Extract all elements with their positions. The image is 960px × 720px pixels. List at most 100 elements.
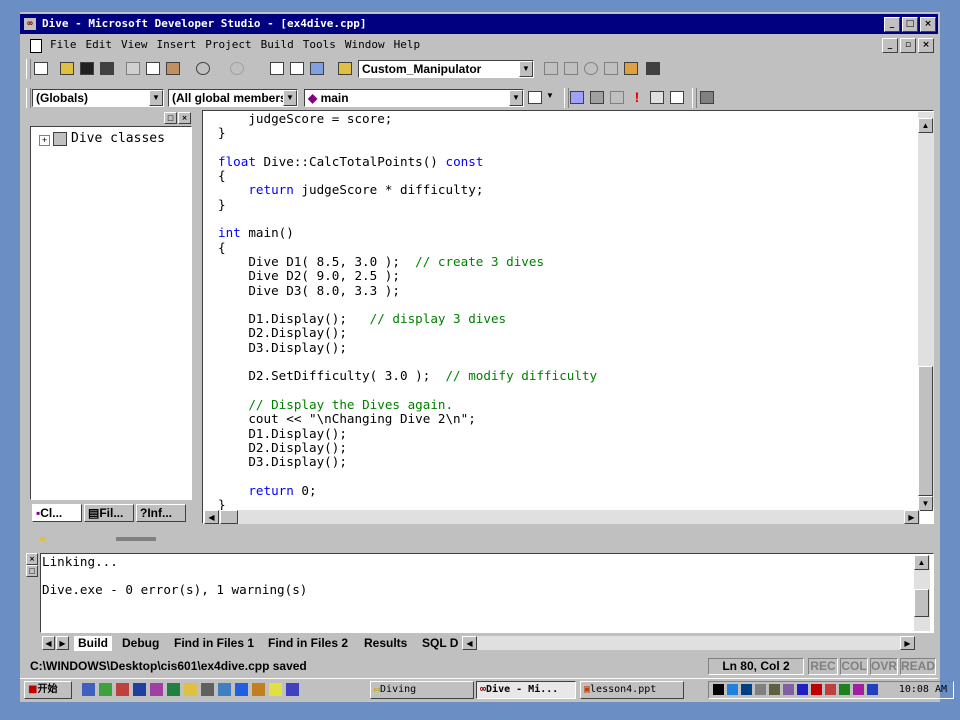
- tab-fileview[interactable]: ▤Fil...: [84, 504, 134, 522]
- tray-icon[interactable]: [713, 684, 724, 695]
- output-scroll-thumb[interactable]: [914, 589, 929, 617]
- compile-icon[interactable]: [568, 89, 586, 106]
- new-file-icon[interactable]: [32, 60, 50, 77]
- tree-root-label[interactable]: Dive classes: [71, 131, 165, 146]
- output-maximize-button[interactable]: □: [26, 565, 38, 577]
- quicklaunch-icon[interactable]: [235, 683, 248, 696]
- output-vscrollbar[interactable]: ▲: [914, 555, 930, 631]
- scroll-down-icon[interactable]: ▼: [918, 496, 933, 511]
- tray-icon[interactable]: [867, 684, 878, 695]
- find-combo[interactable]: Custom_Manipulator ▼: [358, 60, 534, 78]
- expand-plus-icon[interactable]: +: [39, 135, 50, 146]
- tray-icon[interactable]: [727, 684, 738, 695]
- code-text[interactable]: judgeScore = score; } float Dive::CalcTo…: [218, 111, 597, 512]
- tab-debug[interactable]: Debug: [122, 636, 159, 651]
- scroll-up-icon[interactable]: ▲: [914, 555, 929, 570]
- menu-file[interactable]: File: [50, 36, 77, 54]
- editor-vscrollbar[interactable]: ▲ ▼: [918, 112, 934, 511]
- tray-icon[interactable]: [783, 684, 794, 695]
- find-in-files-icon[interactable]: [336, 60, 354, 77]
- scroll-up-icon[interactable]: ▲: [918, 118, 933, 133]
- doc-restore-button[interactable]: ▫: [900, 38, 916, 53]
- undo-icon[interactable]: [194, 60, 212, 77]
- tray-icon[interactable]: [769, 684, 780, 695]
- maximize-button[interactable]: □: [902, 17, 918, 32]
- tab-results[interactable]: Results: [364, 636, 407, 651]
- tray-icon[interactable]: [741, 684, 752, 695]
- redo-icon[interactable]: [228, 60, 246, 77]
- home-icon[interactable]: [622, 60, 640, 77]
- scope-combo[interactable]: (Globals) ▼: [32, 89, 164, 107]
- chevron-down-icon[interactable]: ▼: [149, 90, 163, 106]
- cut-icon[interactable]: [124, 60, 142, 77]
- copy-icon[interactable]: [144, 60, 162, 77]
- tab-sql-debugging[interactable]: SQL D: [422, 636, 458, 651]
- hscroll-thumb[interactable]: [220, 510, 238, 524]
- task-dive-devstudio[interactable]: ∞Dive - Mi...: [476, 681, 576, 699]
- menu-view[interactable]: View: [121, 36, 148, 54]
- save-all-icon[interactable]: [98, 60, 116, 77]
- members-combo[interactable]: (All global members ▼: [168, 89, 298, 107]
- tray-icon[interactable]: [825, 684, 836, 695]
- workspace-maximize-button[interactable]: □: [164, 112, 177, 124]
- function-combo[interactable]: ◆ main ▼: [304, 89, 524, 107]
- minimize-button[interactable]: _: [884, 17, 900, 32]
- workspace-close-button[interactable]: ×: [178, 112, 191, 124]
- quicklaunch-icon[interactable]: [99, 683, 112, 696]
- execute-icon[interactable]: !: [628, 89, 646, 106]
- stop-icon[interactable]: [582, 60, 600, 77]
- wizard-action-icon[interactable]: [526, 89, 544, 106]
- tray-icon[interactable]: [797, 684, 808, 695]
- tab-next-icon[interactable]: ▶: [56, 636, 69, 650]
- tray-icon[interactable]: [811, 684, 822, 695]
- output-hscrollbar[interactable]: ◀ ▶: [462, 636, 915, 650]
- quicklaunch-icon[interactable]: [167, 683, 180, 696]
- chevron-down-icon[interactable]: ▼: [509, 90, 523, 106]
- task-diving[interactable]: ▭Diving: [370, 681, 474, 699]
- quicklaunch-icon[interactable]: [201, 683, 214, 696]
- browse-icon[interactable]: [698, 89, 716, 106]
- wizard-dropdown-icon[interactable]: ▼: [544, 89, 562, 106]
- stop-build-icon[interactable]: [608, 89, 626, 106]
- quicklaunch-icon[interactable]: [184, 683, 197, 696]
- menu-edit[interactable]: Edit: [86, 36, 113, 54]
- open-folder-icon[interactable]: [58, 60, 76, 77]
- scroll-right-icon[interactable]: ▶: [900, 636, 915, 650]
- menu-insert[interactable]: Insert: [157, 36, 197, 54]
- back-icon[interactable]: [542, 60, 560, 77]
- tab-find-in-files-1[interactable]: Find in Files 1: [174, 636, 254, 651]
- chevron-down-icon[interactable]: ▼: [283, 90, 297, 106]
- quicklaunch-icon[interactable]: [133, 683, 146, 696]
- window-list-icon[interactable]: [308, 60, 326, 77]
- quicklaunch-icon[interactable]: [150, 683, 163, 696]
- tray-icon[interactable]: [839, 684, 850, 695]
- scroll-left-icon[interactable]: ◀: [204, 510, 219, 524]
- menu-window[interactable]: Window: [345, 36, 385, 54]
- menu-build[interactable]: Build: [261, 36, 294, 54]
- scroll-thumb[interactable]: [918, 366, 933, 496]
- quicklaunch-icon[interactable]: [286, 683, 299, 696]
- doc-close-button[interactable]: ×: [918, 38, 934, 53]
- workspace-icon[interactable]: [268, 60, 286, 77]
- close-button[interactable]: ×: [920, 17, 936, 32]
- document-icon[interactable]: [30, 39, 42, 53]
- output-icon[interactable]: [288, 60, 306, 77]
- tab-classview[interactable]: ▪Cl...: [32, 504, 82, 522]
- refresh-icon[interactable]: [602, 60, 620, 77]
- task-lesson4[interactable]: ▣lesson4.ppt: [580, 681, 684, 699]
- tab-infoview[interactable]: ?Inf...: [136, 504, 186, 522]
- scroll-right-icon[interactable]: ▶: [904, 510, 919, 524]
- quicklaunch-icon[interactable]: [218, 683, 231, 696]
- forward-icon[interactable]: [562, 60, 580, 77]
- output-close-button[interactable]: ×: [26, 553, 38, 565]
- quicklaunch-icon[interactable]: [82, 683, 95, 696]
- doc-minimize-button[interactable]: _: [882, 38, 898, 53]
- menu-project[interactable]: Project: [205, 36, 251, 54]
- editor-hscrollbar[interactable]: ◀ ▶: [204, 510, 920, 524]
- tab-prev-icon[interactable]: ◀: [42, 636, 55, 650]
- go-icon[interactable]: [648, 89, 666, 106]
- tray-icon[interactable]: [755, 684, 766, 695]
- tab-build[interactable]: Build: [74, 636, 112, 651]
- dev-studio-icon[interactable]: ∞: [24, 18, 36, 30]
- menu-tools[interactable]: Tools: [303, 36, 336, 54]
